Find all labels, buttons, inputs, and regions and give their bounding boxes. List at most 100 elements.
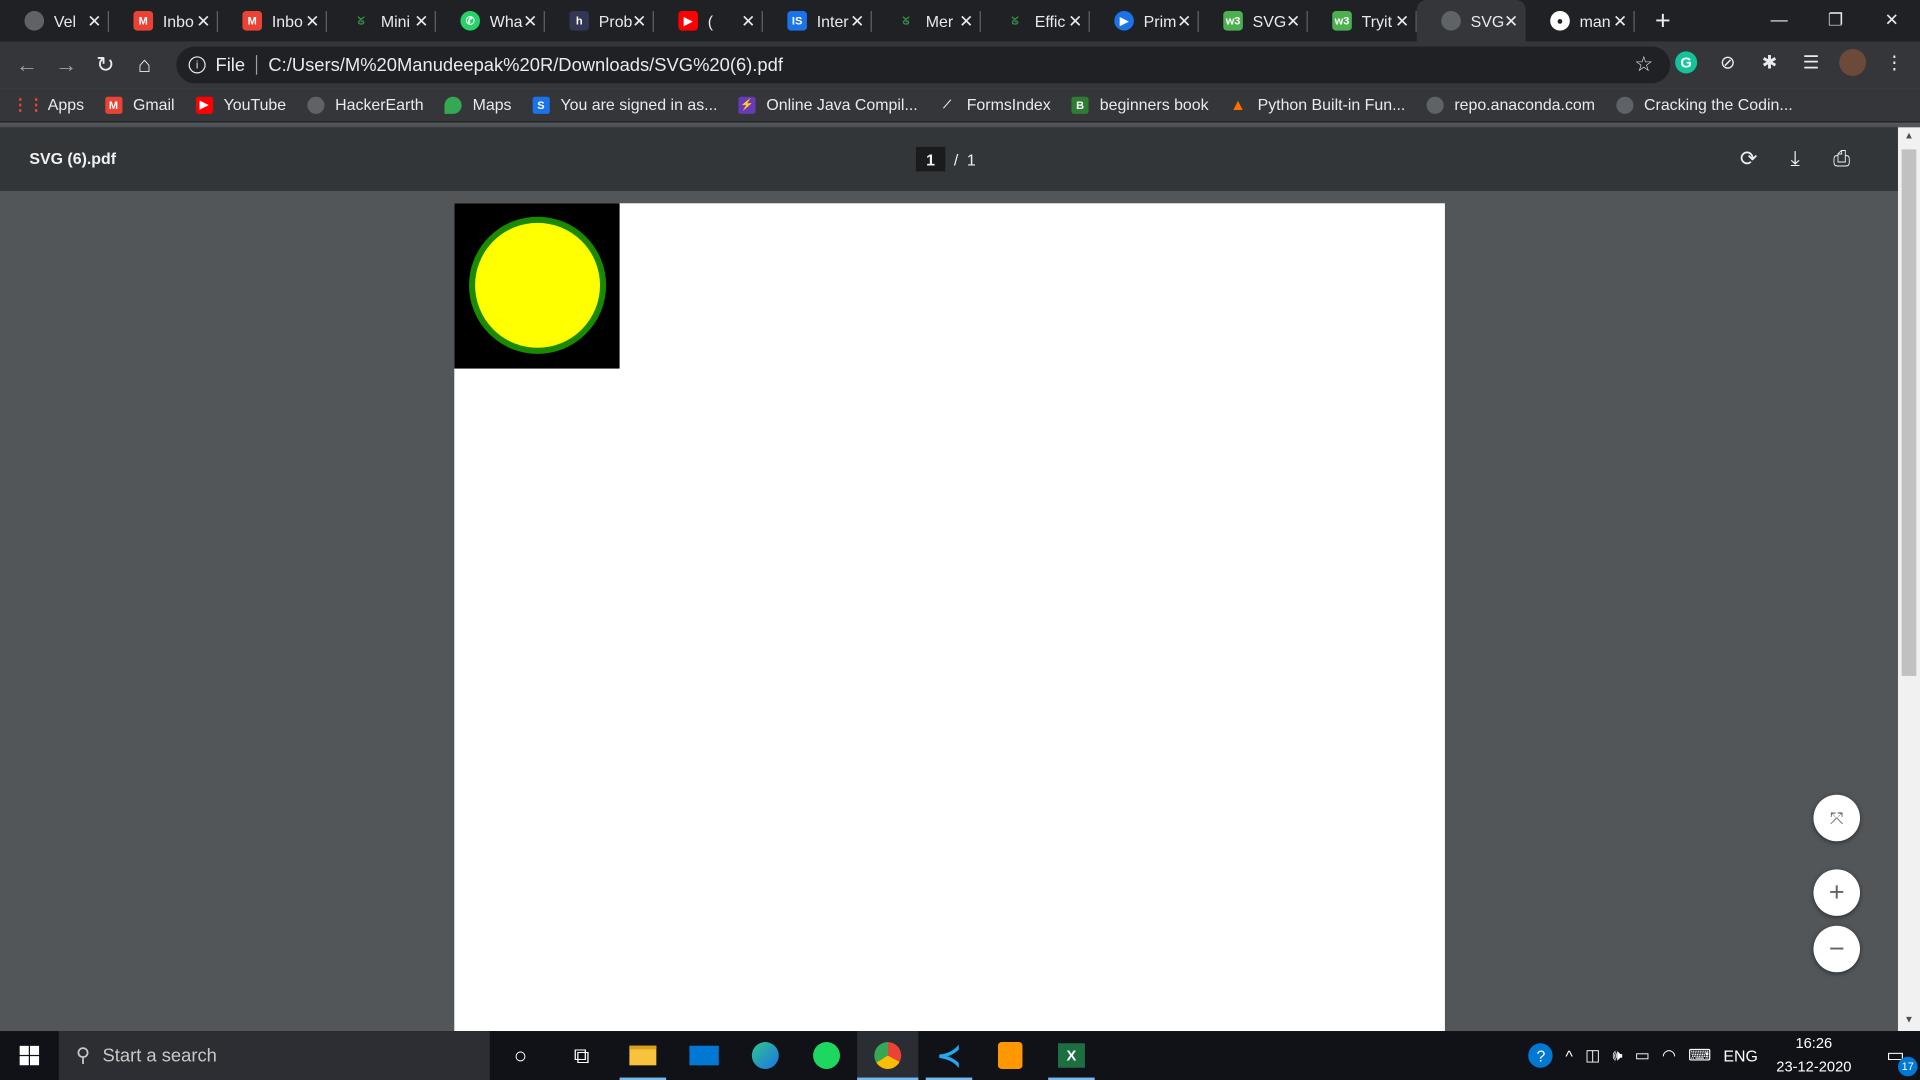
- tab-4[interactable]: ✆ Wha ✕: [436, 0, 545, 42]
- tab-5[interactable]: h Prob ✕: [545, 0, 654, 42]
- address-bar[interactable]: i File C:/Users/M%20Manudeepak%20R/Downl…: [176, 46, 1671, 84]
- close-tab-icon[interactable]: ✕: [196, 10, 210, 31]
- bookmark-star-icon[interactable]: ☆: [1634, 53, 1653, 77]
- bookmark-hackerearth[interactable]: HackerEarth: [306, 96, 424, 114]
- notification-center-button[interactable]: ▭ 17: [1871, 1031, 1920, 1080]
- home-icon[interactable]: ⌂: [125, 45, 164, 84]
- kebab-menu-icon[interactable]: ⋮: [1878, 47, 1910, 79]
- restore-icon[interactable]: ❐: [1807, 0, 1863, 39]
- close-tab-icon[interactable]: ✕: [741, 10, 755, 31]
- page-indicator: 1 / 1: [915, 146, 976, 172]
- tab-13-active[interactable]: SVG ✕: [1416, 0, 1526, 42]
- zoom-out-button[interactable]: −: [1813, 925, 1861, 973]
- tab-12[interactable]: w3 Tryit ✕: [1308, 0, 1417, 42]
- close-tab-icon[interactable]: ✕: [850, 10, 864, 31]
- bookmark-label: Online Java Compil...: [766, 95, 918, 114]
- camera-off-icon[interactable]: ⊘: [1712, 47, 1744, 79]
- tab-3[interactable]: ᘜ Mini ✕: [327, 0, 436, 42]
- puzzle-icon[interactable]: ✱: [1753, 47, 1785, 79]
- scroll-up-arrow-icon[interactable]: ▲: [1898, 130, 1920, 147]
- url-text[interactable]: C:/Users/M%20Manudeepak%20R/Downloads/SV…: [268, 54, 783, 75]
- battery-icon[interactable]: ▭: [1635, 1046, 1650, 1066]
- bookmark-signed-in[interactable]: S You are signed in as...: [532, 96, 717, 114]
- tab-1[interactable]: M Inbo ✕: [109, 0, 218, 42]
- clock-time: 16:26: [1795, 1034, 1833, 1052]
- download-icon[interactable]: ⤓: [1780, 144, 1809, 173]
- tab-title: Inbo: [162, 11, 194, 31]
- spotify-icon[interactable]: [796, 1031, 857, 1080]
- tab-8[interactable]: ᘜ Mer ✕: [872, 0, 981, 42]
- fit-page-button[interactable]: ⤧: [1813, 794, 1861, 842]
- minimize-icon[interactable]: —: [1751, 0, 1807, 39]
- close-tab-icon[interactable]: ✕: [414, 10, 428, 31]
- info-icon[interactable]: i: [188, 56, 206, 74]
- forward-arrow-icon[interactable]: →: [47, 45, 86, 84]
- whatsapp-icon: ✆: [460, 11, 481, 31]
- bookmark-cracking[interactable]: Cracking the Codin...: [1615, 96, 1793, 114]
- tab-11[interactable]: w3 SVG ✕: [1199, 0, 1308, 42]
- close-tab-icon[interactable]: ✕: [632, 10, 646, 31]
- tab-9[interactable]: ᘜ Effic ✕: [981, 0, 1090, 42]
- vertical-scrollbar[interactable]: ▲ ▼: [1897, 127, 1920, 1032]
- help-icon[interactable]: ?: [1528, 1043, 1554, 1068]
- bookmark-online-java[interactable]: ⚡ Online Java Compil...: [738, 95, 918, 114]
- globe-icon: [1441, 11, 1461, 31]
- bookmark-apps[interactable]: ⋮⋮ Apps: [12, 95, 84, 114]
- media-queue-icon[interactable]: ☰: [1795, 47, 1827, 79]
- close-tab-icon[interactable]: ✕: [1504, 10, 1518, 31]
- back-arrow-icon[interactable]: ←: [7, 45, 46, 84]
- reload-icon[interactable]: ↻: [86, 45, 125, 84]
- current-page-input[interactable]: 1: [915, 146, 946, 172]
- vscode-icon[interactable]: ≺: [918, 1031, 979, 1080]
- task-view-icon[interactable]: ⧉: [551, 1031, 612, 1080]
- edge-icon[interactable]: [735, 1031, 796, 1080]
- taskbar-search-box[interactable]: ⚲ Start a search: [58, 1031, 490, 1080]
- language-indicator[interactable]: ENG: [1723, 1046, 1757, 1064]
- tab-0[interactable]: Vel ✕: [0, 0, 109, 42]
- close-tab-icon[interactable]: ✕: [305, 10, 319, 31]
- tab-2[interactable]: M Inbo ✕: [218, 0, 327, 42]
- close-tab-icon[interactable]: ✕: [1395, 10, 1409, 31]
- close-tab-icon[interactable]: ✕: [1286, 10, 1300, 31]
- close-tab-icon[interactable]: ✕: [1068, 10, 1082, 31]
- bookmark-formsindex[interactable]: ⟋ FormsIndex: [939, 96, 1051, 114]
- volume-icon[interactable]: 🕪: [1612, 1046, 1622, 1066]
- mail-icon[interactable]: [673, 1031, 734, 1080]
- close-tab-icon[interactable]: ✕: [959, 10, 973, 31]
- keyboard-icon[interactable]: ⌨: [1688, 1046, 1711, 1066]
- print-icon[interactable]: ⎙: [1827, 144, 1856, 173]
- bookmark-python-builtin[interactable]: ▲ Python Built-in Fun...: [1229, 96, 1405, 114]
- tab-14[interactable]: ● man ✕: [1526, 0, 1635, 42]
- bookmark-label: repo.anaconda.com: [1454, 95, 1596, 114]
- sublime-text-icon[interactable]: [980, 1031, 1041, 1080]
- bookmark-youtube[interactable]: ▶ YouTube: [195, 96, 286, 114]
- chrome-icon[interactable]: [857, 1031, 919, 1080]
- tab-10[interactable]: ▶ Prim ✕: [1090, 0, 1199, 42]
- tab-7[interactable]: IS Inter ✕: [763, 0, 872, 42]
- bookmark-beginners-book[interactable]: Bbeginners book: [1071, 96, 1209, 114]
- tab-6[interactable]: ▶ (✕: [654, 0, 763, 42]
- bookmark-gmail[interactable]: M Gmail: [104, 96, 175, 114]
- scroll-down-arrow-icon[interactable]: ▼: [1898, 1014, 1920, 1031]
- windows-start-button[interactable]: [0, 1031, 59, 1080]
- bookmark-maps[interactable]: Maps: [444, 96, 512, 114]
- close-window-icon[interactable]: ✕: [1864, 0, 1920, 39]
- close-tab-icon[interactable]: ✕: [1613, 10, 1627, 31]
- bookmark-anaconda[interactable]: repo.anaconda.com: [1426, 96, 1595, 114]
- close-tab-icon[interactable]: ✕: [523, 10, 537, 31]
- close-tab-icon[interactable]: ✕: [87, 10, 101, 31]
- wifi-icon[interactable]: ◠: [1662, 1046, 1676, 1066]
- new-tab-button[interactable]: +: [1645, 0, 1682, 42]
- file-explorer-icon[interactable]: [612, 1031, 673, 1080]
- excel-icon[interactable]: X: [1041, 1031, 1102, 1080]
- close-tab-icon[interactable]: ✕: [1177, 10, 1191, 31]
- scroll-thumb[interactable]: [1901, 149, 1917, 676]
- zoom-in-button[interactable]: +: [1813, 869, 1861, 916]
- grammarly-icon[interactable]: G: [1670, 47, 1702, 79]
- cortana-icon[interactable]: ○: [490, 1031, 551, 1080]
- clock[interactable]: 16:26 23-12-2020: [1776, 1032, 1851, 1079]
- avatar[interactable]: [1837, 47, 1869, 79]
- camera-icon[interactable]: ◫: [1585, 1046, 1600, 1066]
- chevron-up-icon[interactable]: ^: [1565, 1046, 1572, 1064]
- rotate-icon[interactable]: ⟳: [1734, 144, 1763, 173]
